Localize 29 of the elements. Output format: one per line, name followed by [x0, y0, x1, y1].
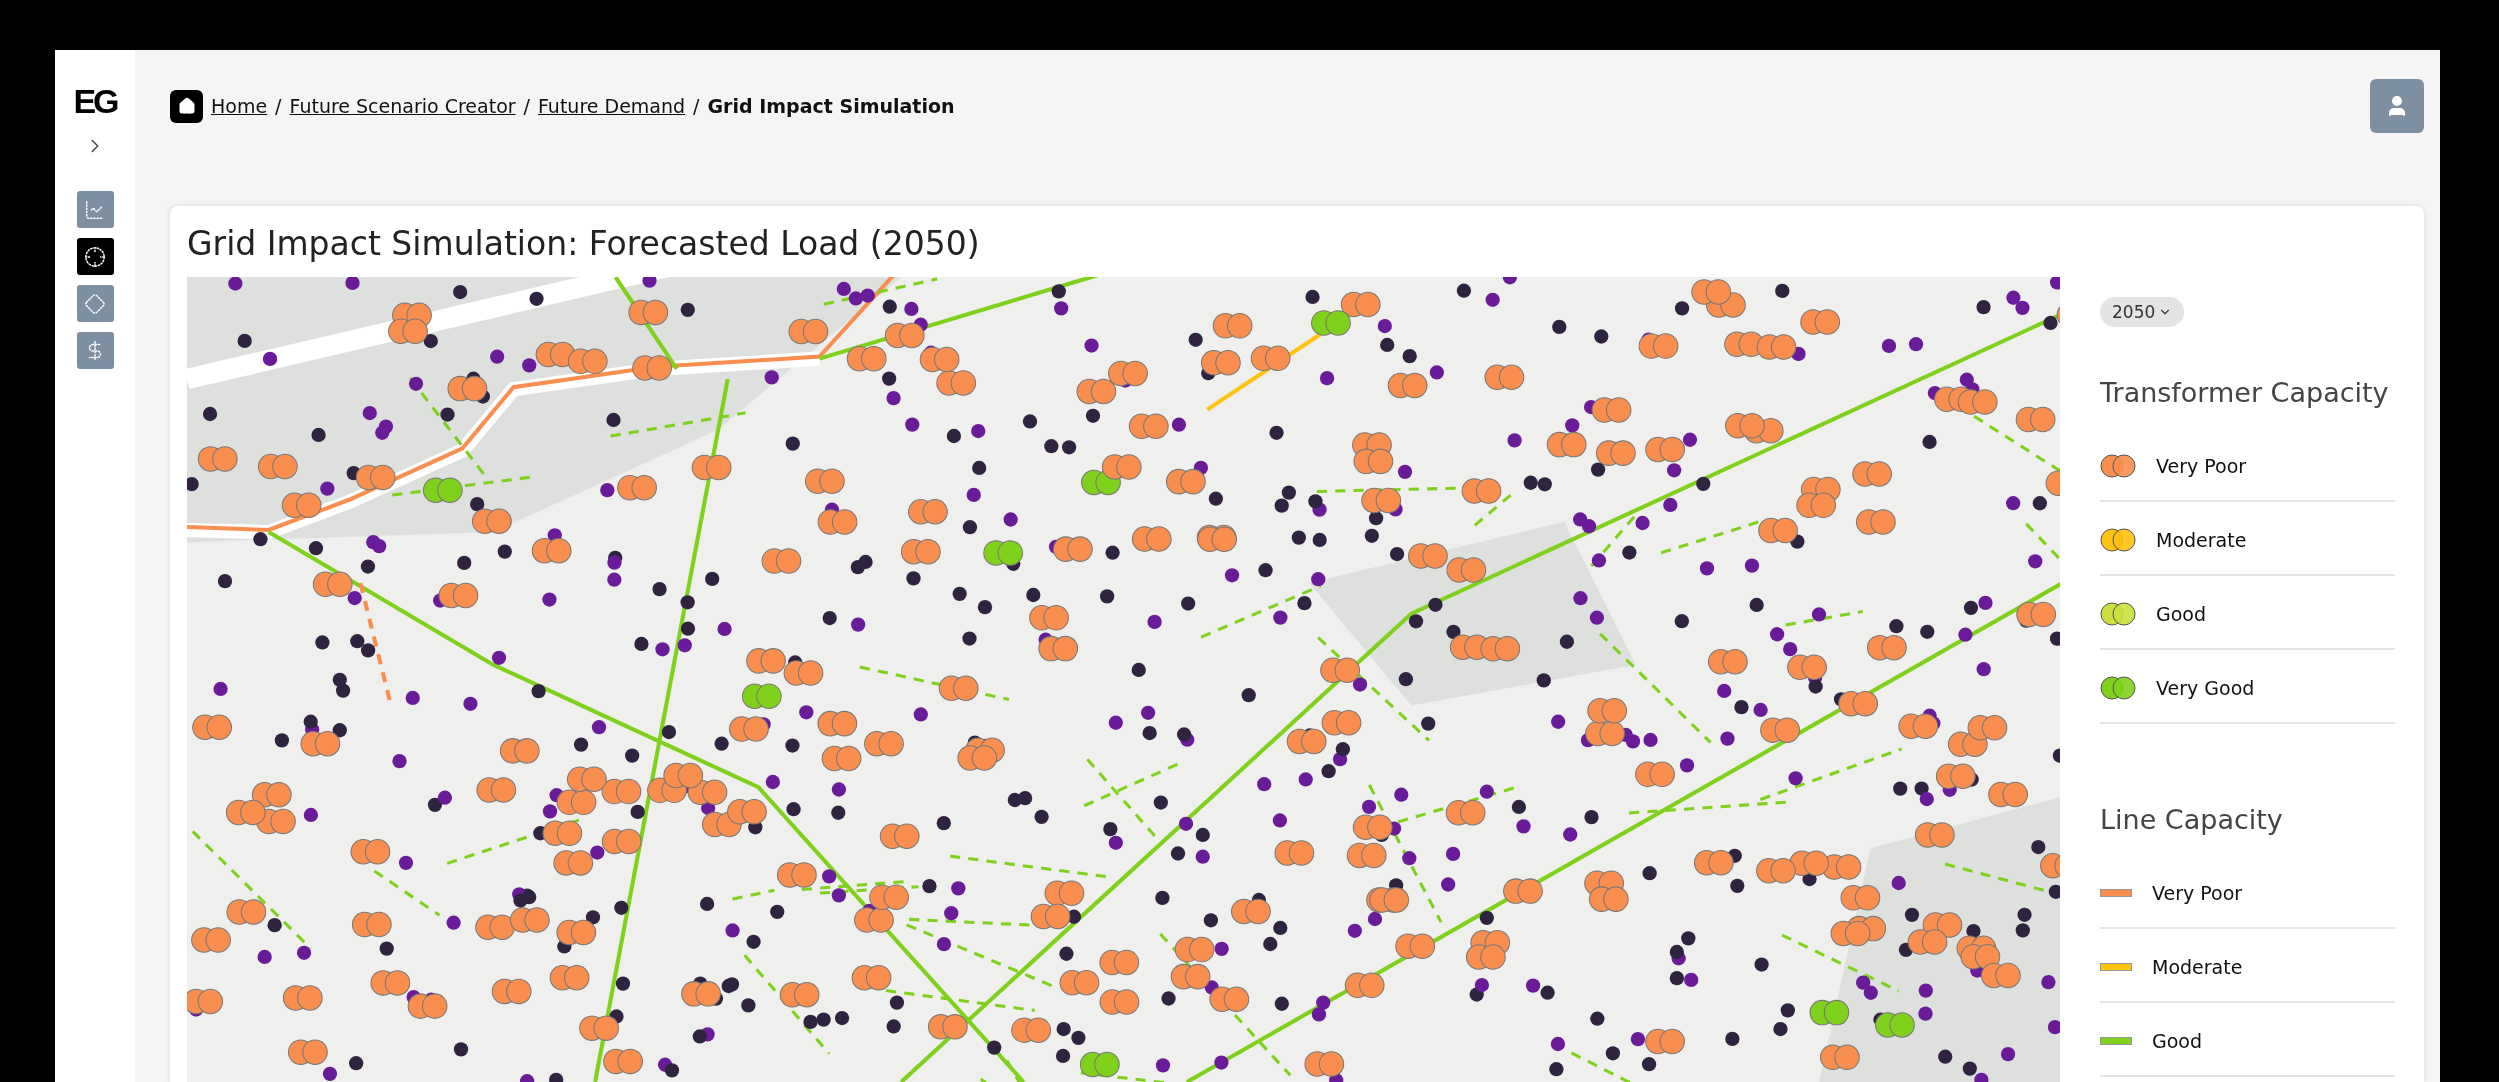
breadcrumb-link[interactable]: Home [211, 95, 268, 117]
dollar-nav-button[interactable] [76, 332, 114, 369]
legend-title: Line Capacity [2100, 804, 2284, 835]
card-title: Grid Impact Simulation: Forecasted Load (2050) [187, 224, 981, 263]
diamond-nav-button[interactable] [76, 285, 114, 322]
breadcrumb-link[interactable]: Future Scenario Creator [289, 95, 516, 117]
year-dropdown[interactable]: 2050 [2100, 297, 2185, 327]
breadcrumb-separator: / [523, 95, 530, 117]
logo[interactable]: EG [73, 82, 117, 121]
target-icon [84, 245, 106, 268]
home-button[interactable] [170, 89, 203, 123]
home-icon [177, 97, 196, 115]
breadcrumb-separator: / [275, 95, 282, 117]
legend-label: Good [2156, 603, 2207, 625]
map-drawing[interactable] [187, 277, 2060, 1082]
breadcrumb-current: Grid Impact Simulation [707, 95, 955, 117]
diamond-icon [84, 292, 106, 315]
legend-label: Moderate [2152, 956, 2243, 978]
legend-label: Good [2152, 1030, 2203, 1052]
legend-label: Very Good [2156, 677, 2255, 699]
legend-label: Very Poor [2152, 882, 2243, 904]
breadcrumb-link[interactable]: Future Demand [538, 95, 686, 117]
legend-title: Transformer Capacity [2100, 377, 2390, 408]
user-button[interactable] [2370, 79, 2424, 133]
breadcrumb-separator: / [693, 95, 700, 117]
target-nav-button[interactable] [76, 238, 114, 275]
legend-label: Moderate [2156, 529, 2247, 551]
chart-nav-button[interactable] [76, 191, 114, 228]
legend-label: Very Poor [2156, 455, 2247, 477]
